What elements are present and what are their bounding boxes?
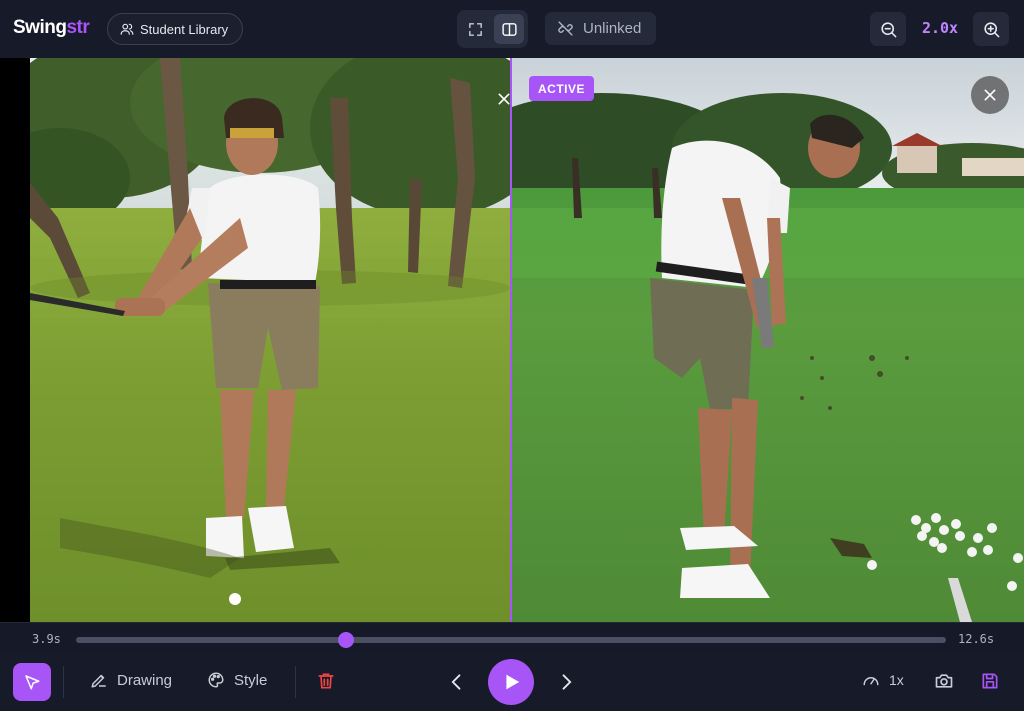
gauge-icon [863, 677, 879, 686]
fullscreen-icon [468, 22, 482, 36]
playback-speed-button[interactable]: 1x [862, 671, 904, 689]
active-video-badge: ACTIVE [529, 76, 595, 101]
split-view-icon [501, 22, 517, 36]
timeline-thumb[interactable] [337, 632, 354, 648]
bottom-toolbar: Drawing Style 1x [0, 654, 1024, 711]
drawing-tool-button[interactable]: Drawing [90, 671, 172, 689]
video-stage [0, 58, 1024, 622]
palette-icon [208, 672, 224, 688]
app-logo[interactable]: Swingstr [13, 17, 90, 39]
video-pane-right[interactable] [512, 58, 1024, 622]
close-right-video-button[interactable] [971, 76, 1009, 114]
unlink-icon [558, 21, 573, 36]
next-frame-button[interactable] [556, 671, 576, 698]
swing-analysis-app: Swingstr Student Library Unlinked 2.0x A… [0, 0, 1024, 711]
style-label: Style [234, 671, 268, 689]
play-icon [506, 674, 520, 690]
view-mode-toggle [457, 10, 528, 48]
logo-main: Swing [13, 17, 67, 38]
link-status-label: Unlinked [583, 20, 642, 37]
close-icon [498, 93, 510, 105]
select-tool-button[interactable] [13, 663, 51, 701]
users-icon [120, 23, 134, 35]
logo-accent: str [66, 17, 90, 38]
cursor-icon [25, 675, 40, 690]
play-button[interactable] [488, 659, 534, 705]
chevron-right-icon [562, 674, 572, 690]
timeline: 3.9s 12.6s [0, 622, 1024, 654]
zoom-out-button[interactable] [870, 12, 906, 46]
student-library-button[interactable]: Student Library [107, 13, 243, 45]
close-icon [984, 89, 996, 101]
delete-button[interactable] [316, 671, 336, 696]
split-view-button[interactable] [494, 14, 524, 44]
golfer-side-view-image [512, 58, 1024, 622]
previous-frame-button[interactable] [447, 671, 467, 698]
save-icon [982, 673, 998, 689]
chevron-left-icon [451, 674, 461, 690]
timeline-scrubber[interactable] [76, 632, 946, 648]
link-toggle-button[interactable]: Unlinked [545, 12, 656, 45]
zoom-out-icon [880, 21, 896, 37]
drawing-label: Drawing [117, 671, 173, 689]
golfer-front-view-image [30, 58, 510, 622]
video-pane-left[interactable] [30, 58, 510, 622]
timeline-start-time: 3.9s [32, 632, 61, 646]
trash-icon [318, 673, 334, 689]
zoom-level: 2.0x [921, 19, 959, 37]
student-library-label: Student Library [140, 21, 229, 37]
toolbar-divider [295, 666, 296, 698]
screenshot-button[interactable] [934, 671, 954, 696]
timeline-end-time: 12.6s [958, 632, 995, 646]
close-left-video-button[interactable] [491, 86, 510, 112]
single-view-button[interactable] [460, 14, 490, 44]
playback-speed-label: 1x [889, 672, 904, 688]
zoom-in-button[interactable] [973, 12, 1009, 46]
zoom-in-icon [983, 21, 999, 37]
style-tool-button[interactable]: Style [207, 671, 267, 689]
camera-icon [935, 674, 953, 688]
top-bar: Swingstr Student Library Unlinked 2.0x [0, 0, 1024, 58]
toolbar-divider [63, 666, 64, 698]
pen-icon [91, 674, 106, 688]
save-button[interactable] [980, 671, 1000, 696]
